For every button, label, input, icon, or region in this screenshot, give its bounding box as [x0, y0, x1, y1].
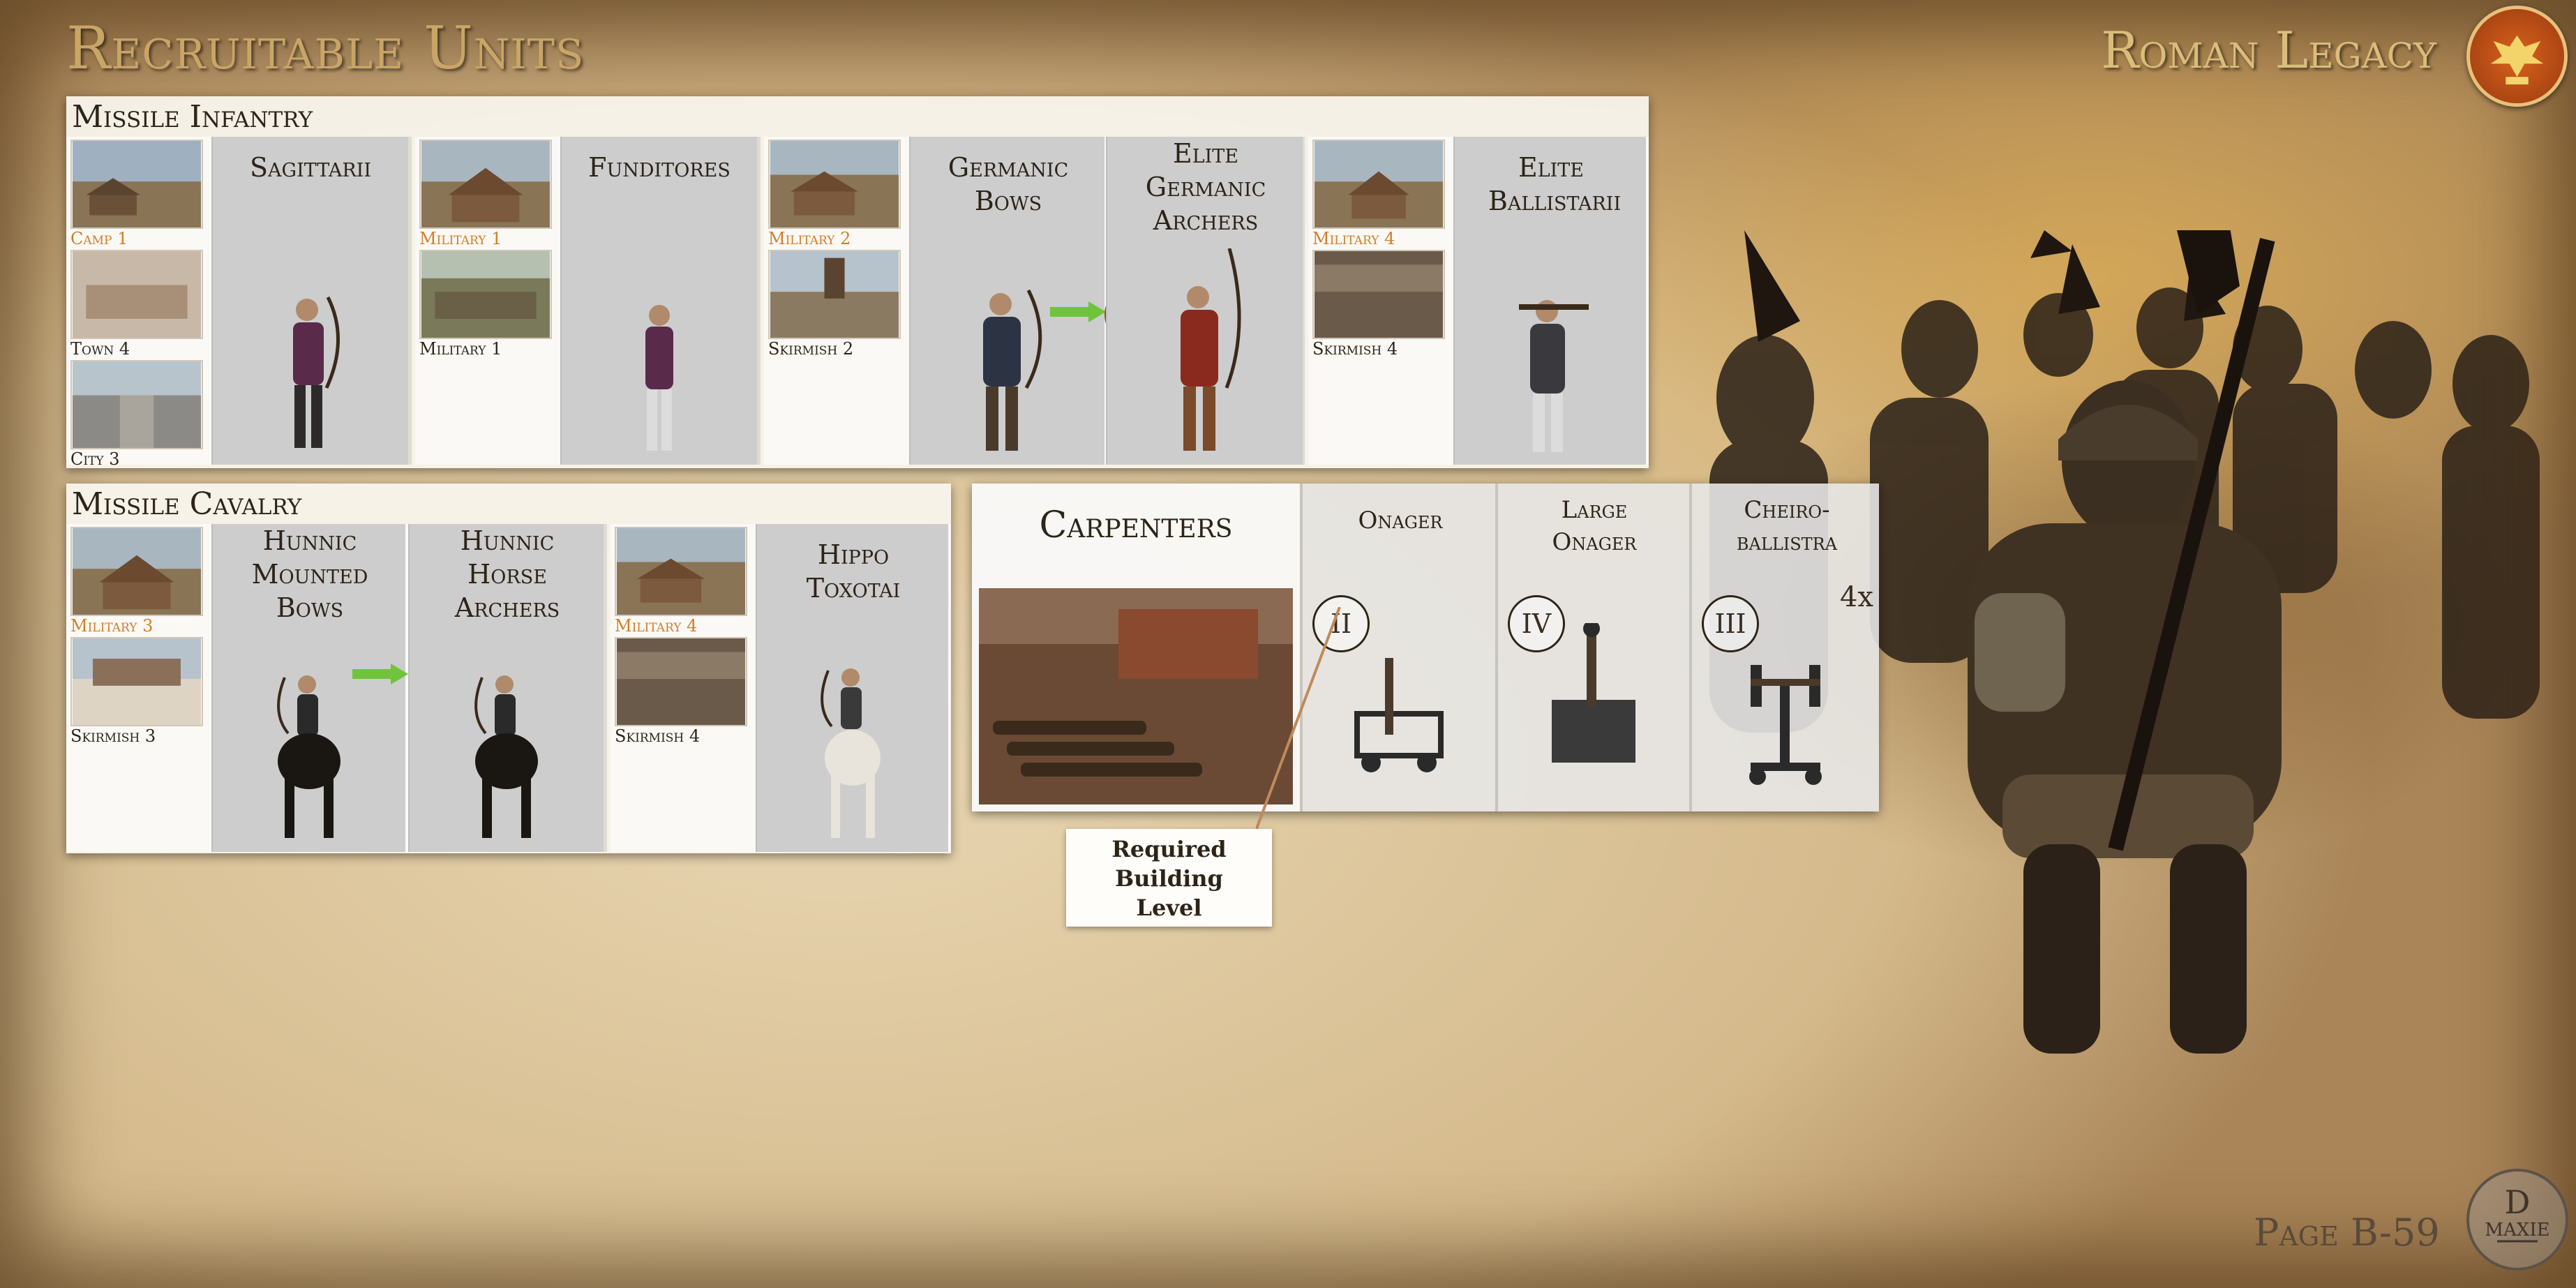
unit-name: Sagittarii [250, 152, 371, 183]
page-number: Page B-59 [2254, 1211, 2440, 1255]
unit-name: Elite Germanic Archers [1145, 138, 1266, 236]
missile-infantry-section: Missile Infantry Camp 1 Town 4 City 3 Sa… [66, 96, 1649, 469]
unit-name: Elite Ballistarii [1488, 152, 1622, 216]
horse-archer-figure-icon [277, 675, 340, 838]
unit-group-ballistarii: Military 4 Skirmish 4 Elite Ballistarii [1308, 137, 1649, 465]
siege-name: Large Onager [1552, 496, 1637, 556]
campaign-title: Roman Legacy [2101, 21, 2436, 80]
onager-icon [1354, 658, 1444, 772]
missile-cavalry-section: Missile Cavalry Military 3 Skirmish 3 Hu… [66, 484, 951, 853]
building-list: Military 1 Military 1 [419, 140, 552, 360]
large-onager-icon [1552, 623, 1635, 763]
siege-card-cheiroballistra[interactable]: Cheiro-ballistra III 4x [1689, 484, 1879, 811]
unit-group-sagittarii: Camp 1 Town 4 City 3 Sagittarii [66, 137, 412, 469]
crossbowman-figure-icon [1519, 300, 1589, 452]
unit-card[interactable]: Hunnic Mounted Bows [211, 524, 405, 852]
siege-card-large-onager[interactable]: Large Onager IV [1495, 484, 1689, 811]
slinger-figure-icon [645, 305, 673, 451]
building-thumbnail [70, 140, 203, 229]
building-thumbnail [768, 250, 901, 339]
archer-figure-icon [983, 289, 1042, 451]
upgrade-arrow-icon [1050, 301, 1106, 322]
building-list: Military 4 Skirmish 4 [615, 527, 747, 747]
unit-card[interactable]: Funditores [560, 137, 757, 465]
building-label: Military 4 [615, 616, 698, 636]
building-thumbnail [70, 527, 203, 616]
carpenters-panel: Carpenters Onager II Large Onager IV Che… [972, 484, 1879, 811]
building-label: Military 4 [1312, 229, 1395, 248]
callout-line: Building [1115, 865, 1223, 892]
required-building-level-callout: Required Building Level [1066, 829, 1272, 927]
building-thumbnail [1312, 250, 1445, 339]
svg-text:D: D [2505, 1183, 2531, 1221]
horse-archer-figure-icon [474, 675, 538, 838]
callout-line: Level [1136, 894, 1202, 921]
horse-archer-figure-icon [821, 668, 881, 838]
building-name: Carpenters [1039, 504, 1233, 546]
unit-group-funditores: Military 1 Military 1 Funditores [415, 137, 761, 465]
building-thumbnail [419, 250, 552, 339]
archer-figure-icon [1181, 248, 1241, 451]
unit-name: Funditores [588, 152, 731, 183]
unit-card[interactable]: Sagittarii [211, 137, 408, 465]
building-label: Skirmish 3 [70, 726, 156, 746]
cheiroballistra-icon [1749, 665, 1822, 785]
building-list: Camp 1 Town 4 City 3 [70, 140, 203, 470]
building-label: Military 3 [70, 616, 153, 636]
unit-card[interactable]: Elite Germanic Archers [1106, 137, 1303, 465]
unit-name: Hippo Toxotai [806, 539, 901, 604]
building-list: Military 2 Skirmish 2 [768, 140, 901, 360]
unit-group-hunnic-archers: Military 3 Skirmish 3 Hunnic Mounted Bow… [66, 524, 607, 852]
building-thumbnail [768, 140, 901, 229]
building-label: Skirmish 4 [1312, 339, 1398, 359]
section-title: Missile Infantry [72, 99, 313, 135]
callout-connector [1256, 607, 1341, 831]
building-thumbnail [1312, 140, 1445, 229]
building-list: Military 4 Skirmish 4 [1312, 140, 1445, 360]
carpenters-image [979, 588, 1293, 804]
building-label: Camp 1 [70, 229, 128, 248]
building-label: Skirmish 2 [768, 339, 854, 359]
siege-name: Onager [1358, 507, 1443, 534]
building-label: Military 2 [768, 229, 851, 248]
callout-line: Required [1111, 836, 1227, 862]
unit-group-hippo-toxotai: Military 4 Skirmish 4 Hippo Toxotai [611, 524, 951, 852]
building-label: City 3 [70, 449, 120, 469]
building-label: Town 4 [70, 339, 130, 359]
building-thumbnail [70, 637, 203, 726]
dmaxie-logo-icon: D MAXIE [2466, 1169, 2568, 1271]
building-thumbnail [70, 250, 203, 339]
building-label: Military 1 [419, 339, 502, 359]
building-label: Military 1 [419, 229, 502, 248]
building-list: Military 3 Skirmish 3 [70, 527, 203, 747]
siege-name: Cheiro-ballistra [1736, 496, 1838, 556]
unit-card[interactable]: Hippo Toxotai [756, 524, 948, 852]
archer-figure-icon [293, 296, 340, 448]
unit-card[interactable]: Germanic Bows [909, 137, 1104, 465]
upgrade-arrow-icon [352, 664, 408, 684]
carpenters-header: Carpenters [972, 484, 1300, 811]
unit-name: Germanic Bows [948, 152, 1069, 216]
unit-count: 4x [1839, 581, 1873, 613]
section-title: Missile Cavalry [72, 486, 302, 522]
unit-group-germanic-archers: Military 2 Skirmish 2 Germanic Bows Elit… [764, 137, 1305, 465]
building-thumbnail [70, 360, 203, 449]
building-thumbnail [615, 527, 747, 616]
unit-card[interactable]: Hunnic Horse Archers [408, 524, 604, 852]
building-thumbnail [419, 140, 552, 229]
svg-text:MAXIE: MAXIE [2485, 1220, 2549, 1241]
unit-card[interactable]: Elite Ballistarii [1453, 137, 1646, 465]
building-thumbnail [615, 637, 747, 726]
building-label: Skirmish 4 [615, 726, 701, 746]
roman-eagle-emblem-icon [2466, 6, 2568, 107]
page-title: Recruitable Units [66, 14, 585, 82]
unit-name: Hunnic Horse Archers [454, 525, 560, 623]
unit-name: Hunnic Mounted Bows [251, 525, 368, 623]
